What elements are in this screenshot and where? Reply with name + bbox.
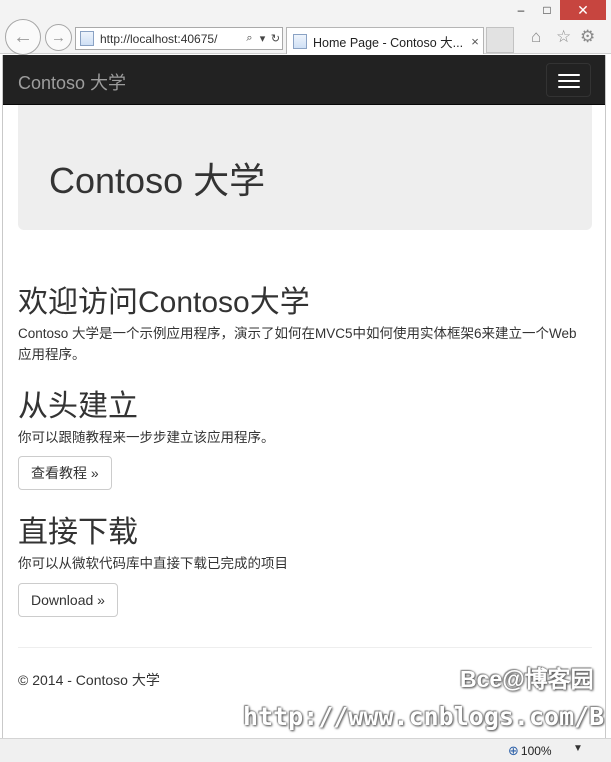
zoom-dropdown-icon[interactable]: ▼ bbox=[573, 743, 583, 754]
watermark-author: Bce@博客园 bbox=[460, 666, 594, 692]
download-button[interactable]: Download » bbox=[18, 583, 118, 617]
tab-home-page[interactable]: Home Page - Contoso 大... × bbox=[286, 27, 484, 54]
download-text: 你可以从微软代码库中直接下载已完成的项目 bbox=[18, 556, 288, 571]
address-text[interactable]: http://localhost:40675/ bbox=[100, 32, 243, 46]
tab-page-icon bbox=[293, 33, 307, 49]
home-icon[interactable]: ⌂ bbox=[531, 27, 541, 47]
hamburger-icon bbox=[558, 74, 580, 76]
star-icon[interactable]: ☆ bbox=[556, 27, 571, 47]
hamburger-icon bbox=[558, 86, 580, 88]
watermark-url: http://www.cnblogs.com/Bce-/ bbox=[243, 702, 605, 731]
address-bar[interactable]: http://localhost:40675/ ⌕ ▾ ↻ bbox=[75, 27, 283, 50]
jumbotron: Contoso 大学 bbox=[18, 105, 592, 230]
page-viewport: Contoso 大学 Contoso 大学 欢迎访问Contoso大学 Cont… bbox=[2, 55, 606, 738]
zoom-level[interactable]: 100% bbox=[521, 744, 552, 758]
jumbotron-title: Contoso 大学 bbox=[49, 160, 266, 201]
close-button[interactable]: ✕ bbox=[560, 0, 606, 20]
build-text: 你可以跟随教程来一步步建立该应用程序。 bbox=[18, 430, 275, 445]
status-bar: ⊕ 100% ▼ bbox=[0, 738, 611, 762]
hamburger-menu-button[interactable] bbox=[546, 63, 591, 97]
page-icon bbox=[80, 31, 94, 46]
download-heading: 直接下载 bbox=[18, 516, 138, 549]
maximize-button[interactable]: □ bbox=[532, 0, 562, 20]
refresh-icon[interactable]: ↻ bbox=[269, 32, 282, 45]
browser-chrome: – □ ✕ ← → http://localhost:40675/ ⌕ ▾ ↻ … bbox=[0, 0, 611, 55]
footer-divider bbox=[18, 647, 592, 648]
welcome-heading: 欢迎访问Contoso大学 bbox=[18, 286, 310, 319]
tab-close-icon[interactable]: × bbox=[467, 34, 483, 49]
footer-copyright: © 2014 - Contoso 大学 bbox=[18, 672, 160, 688]
gear-icon[interactable]: ⚙ bbox=[580, 27, 595, 47]
back-arrow-icon[interactable]: ← bbox=[5, 19, 41, 55]
build-heading: 从头建立 bbox=[18, 390, 138, 423]
welcome-text: Contoso 大学是一个示例应用程序，演示了如何在MVC5中如何使用实体框架6… bbox=[18, 326, 577, 362]
zoom-icon: ⊕ bbox=[508, 743, 519, 758]
forward-arrow-icon[interactable]: → bbox=[45, 24, 72, 51]
tab-title[interactable]: Home Page - Contoso 大... bbox=[313, 32, 467, 51]
zoom-control[interactable]: ⊕ 100% bbox=[508, 743, 552, 759]
view-tutorial-button[interactable]: 查看教程 » bbox=[18, 456, 112, 490]
hamburger-icon bbox=[558, 80, 580, 82]
navbar-brand[interactable]: Contoso 大学 bbox=[18, 69, 126, 95]
new-tab-button[interactable] bbox=[486, 27, 514, 53]
search-icon[interactable]: ⌕ bbox=[243, 32, 256, 45]
dropdown-icon[interactable]: ▾ bbox=[256, 32, 269, 45]
navbar: Contoso 大学 bbox=[3, 55, 605, 105]
